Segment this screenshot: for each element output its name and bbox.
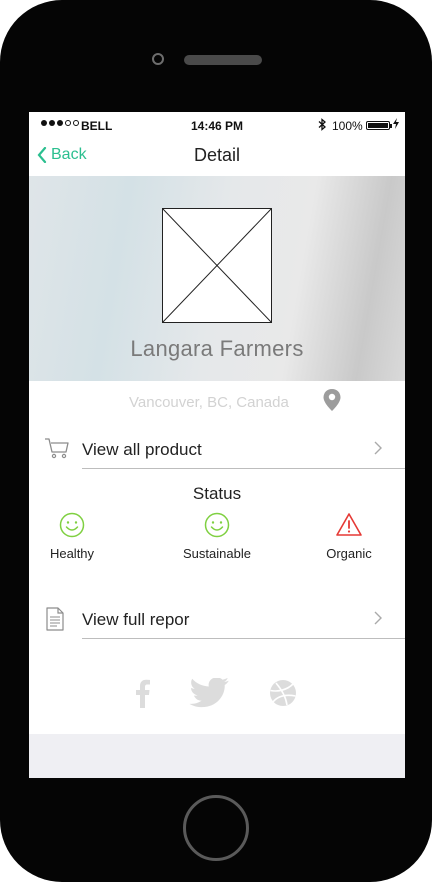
location-pin-icon[interactable]	[321, 388, 343, 417]
app-screen: BELL 14:46 PM 100% Back Detail Langara F…	[29, 112, 405, 778]
home-button[interactable]	[183, 795, 249, 861]
bluetooth-icon	[318, 118, 327, 134]
earpiece-speaker	[184, 55, 262, 65]
smiley-icon	[59, 512, 85, 538]
facebook-icon[interactable]	[133, 678, 151, 713]
view-full-report-row[interactable]: View full repor	[29, 599, 405, 639]
status-heading: Status	[192, 484, 242, 503]
view-all-products-row[interactable]: View all product	[29, 429, 405, 469]
warning-icon	[336, 513, 362, 536]
chevron-right-icon	[374, 611, 382, 630]
battery-percentage: 100%	[332, 119, 363, 133]
twitter-icon[interactable]	[189, 677, 231, 713]
charging-icon	[393, 118, 399, 132]
farm-name: Langara Farmers	[130, 336, 304, 361]
footer-bar	[29, 734, 405, 778]
status-organic: Organic	[299, 512, 399, 561]
smiley-icon	[204, 512, 230, 538]
cart-icon	[44, 437, 70, 464]
chevron-right-icon	[374, 441, 382, 460]
dribbble-icon[interactable]	[267, 678, 299, 715]
status-sustainable: Sustainable	[167, 512, 267, 561]
status-label: Healthy	[49, 546, 95, 561]
phone-frame: BELL 14:46 PM 100% Back Detail Langara F…	[0, 0, 432, 882]
document-icon	[44, 607, 66, 636]
status-bar: BELL 14:46 PM 100%	[29, 112, 405, 140]
page-title: Detail	[193, 145, 241, 165]
hero-banner: Langara Farmers	[29, 176, 405, 381]
row-divider	[82, 468, 405, 469]
image-placeholder	[161, 207, 273, 324]
front-camera	[152, 53, 164, 65]
status-healthy: Healthy	[29, 512, 122, 561]
battery-tip	[390, 124, 392, 128]
location-text: Vancouver, BC, Canada	[129, 394, 289, 411]
status-label: Organic	[326, 546, 372, 561]
status-label: Sustainable	[183, 546, 251, 561]
view-all-products-label: View all product	[82, 440, 202, 459]
row-divider	[82, 638, 405, 639]
navigation-bar: Back Detail	[29, 140, 405, 176]
battery-icon	[366, 121, 390, 130]
view-full-report-label: View full repor	[82, 610, 190, 629]
